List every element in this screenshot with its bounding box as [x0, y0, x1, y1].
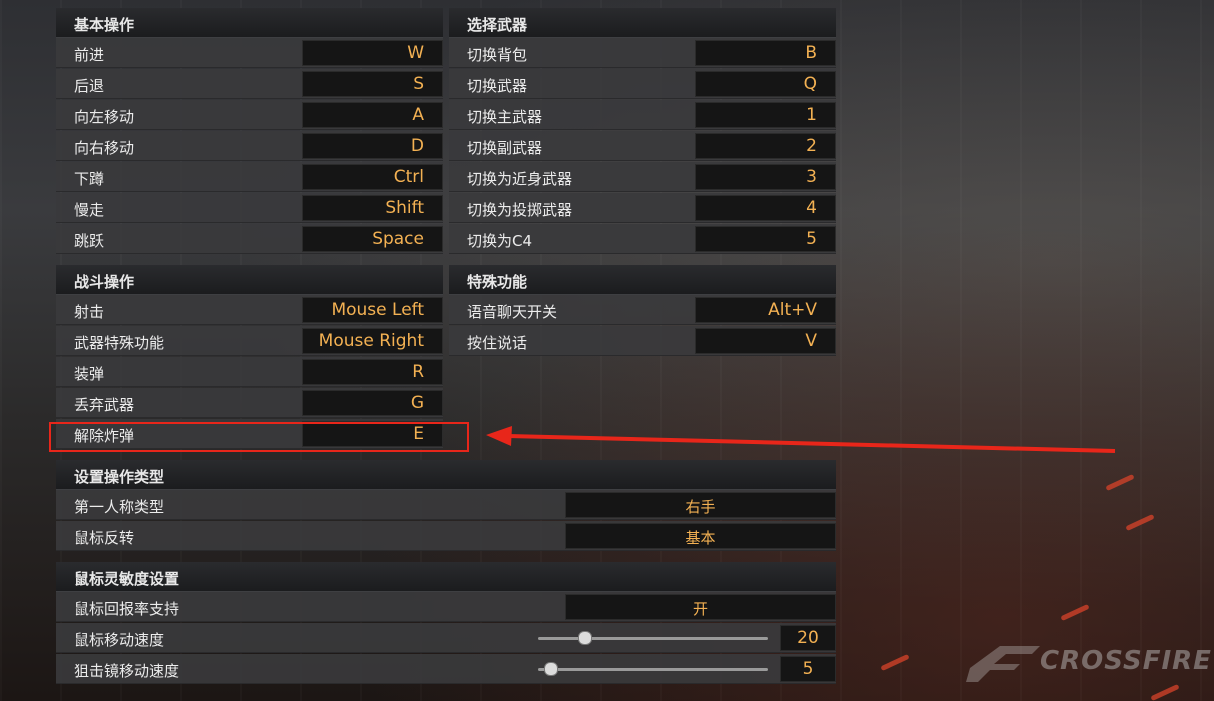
keybind-row-primary[interactable]: 切换主武器 1 — [449, 100, 836, 130]
weapon-select-title: 选择武器 — [467, 16, 528, 34]
scope-speed-slider-track[interactable] — [538, 668, 768, 671]
keybind-label: 切换背包 — [467, 46, 528, 64]
keybind-key[interactable]: Shift — [302, 195, 443, 221]
keybind-row-crouch[interactable]: 下蹲 Ctrl — [56, 162, 443, 192]
keybind-key[interactable]: D — [302, 133, 443, 159]
keybind-key[interactable]: V — [695, 328, 836, 354]
keybind-row-back[interactable]: 后退 S — [56, 69, 443, 99]
keybind-row-reload[interactable]: 装弹 R — [56, 357, 443, 387]
keybind-label: 向右移动 — [74, 139, 135, 157]
setting-label: 狙击镜移动速度 — [74, 662, 180, 680]
keybind-row-left[interactable]: 向左移动 A — [56, 100, 443, 130]
scope-speed-slider-handle[interactable] — [543, 662, 558, 676]
keybind-key[interactable]: 1 — [695, 102, 836, 128]
keybind-key[interactable]: 4 — [695, 195, 836, 221]
mouse-speed-value[interactable]: 20 — [780, 625, 836, 651]
setting-label: 鼠标反转 — [74, 529, 135, 547]
mouse-speed-slider-track[interactable] — [538, 637, 768, 640]
special-title: 特殊功能 — [467, 273, 528, 291]
keybind-label: 下蹲 — [74, 170, 105, 188]
keybind-key[interactable]: B — [695, 40, 836, 66]
combat-ops-title: 战斗操作 — [74, 273, 135, 291]
op-type-panel: 设置操作类型 第一人称类型 右手 鼠标反转 基本 — [56, 460, 836, 552]
mouse-sens-header: 鼠标灵敏度设置 — [56, 562, 836, 592]
keybind-row-c4[interactable]: 切换为C4 5 — [449, 224, 836, 254]
keybind-key[interactable]: 3 — [695, 164, 836, 190]
keybind-label: 向左移动 — [74, 108, 135, 126]
basic-ops-panel: 基本操作 前进 W 后退 S 向左移动 A 向右移动 D 下蹲 Ctrl 慢走 Shift … — [56, 8, 443, 254]
op-type-title: 设置操作类型 — [74, 468, 165, 486]
keybind-label: 武器特殊功能 — [74, 334, 165, 352]
op-type-header: 设置操作类型 — [56, 460, 836, 490]
keybind-row-drop-weapon[interactable]: 丢弃武器 G — [56, 388, 443, 418]
keybind-row-voice-toggle[interactable]: 语音聊天开关 Alt+V — [449, 295, 836, 325]
combat-ops-header: 战斗操作 — [56, 265, 443, 295]
annotation-highlight-box — [49, 422, 469, 452]
keybind-label: 切换武器 — [467, 77, 528, 95]
setting-label: 鼠标移动速度 — [74, 631, 165, 649]
setting-row-mouse-speed: 鼠标移动速度 20 — [56, 623, 836, 653]
keybind-row-jump[interactable]: 跳跃 Space — [56, 224, 443, 254]
keybind-row-walk[interactable]: 慢走 Shift — [56, 193, 443, 223]
mouse-sens-panel: 鼠标灵敏度设置 鼠标回报率支持 开 鼠标移动速度 20 狙击镜移动速度 5 — [56, 562, 836, 685]
keybind-key[interactable]: Ctrl — [302, 164, 443, 190]
keybind-label: 切换为近身武器 — [467, 170, 573, 188]
mouse-speed-slider-handle[interactable] — [578, 631, 592, 645]
keybind-key[interactable]: G — [302, 390, 443, 416]
setting-row-report-rate[interactable]: 鼠标回报率支持 开 — [56, 592, 836, 622]
setting-label: 第一人称类型 — [74, 498, 165, 516]
keybind-row-backpack[interactable]: 切换背包 B — [449, 38, 836, 68]
keybind-key[interactable]: W — [302, 40, 443, 66]
keybind-key[interactable]: Mouse Left — [302, 297, 443, 323]
setting-row-scope-speed: 狙击镜移动速度 5 — [56, 654, 836, 684]
keybind-label: 丢弃武器 — [74, 396, 135, 414]
keybind-key[interactable]: Alt+V — [695, 297, 836, 323]
report-rate-select[interactable]: 开 — [565, 594, 836, 620]
basic-ops-header: 基本操作 — [56, 8, 443, 38]
keybind-label: 切换为投掷武器 — [467, 201, 573, 219]
keybind-row-weapon-special[interactable]: 武器特殊功能 Mouse Right — [56, 326, 443, 356]
special-panel: 特殊功能 语音聊天开关 Alt+V 按住说话 V — [449, 265, 836, 357]
first-person-select[interactable]: 右手 — [565, 492, 836, 518]
keybind-key[interactable]: A — [302, 102, 443, 128]
keybind-row-switch-weapon[interactable]: 切换武器 Q — [449, 69, 836, 99]
mouse-sens-title: 鼠标灵敏度设置 — [74, 570, 180, 588]
keybind-key[interactable]: 2 — [695, 133, 836, 159]
keybind-key[interactable]: R — [302, 359, 443, 385]
keybind-label: 慢走 — [74, 201, 105, 219]
keybind-row-forward[interactable]: 前进 W — [56, 38, 443, 68]
keybind-key[interactable]: S — [302, 71, 443, 97]
keybind-row-push-to-talk[interactable]: 按住说话 V — [449, 326, 836, 356]
keybind-row-secondary[interactable]: 切换副武器 2 — [449, 131, 836, 161]
keybind-label: 按住说话 — [467, 334, 528, 352]
weapon-select-panel: 选择武器 切换背包 B 切换武器 Q 切换主武器 1 切换副武器 2 切换为近身武器 3 … — [449, 8, 836, 254]
scope-speed-value[interactable]: 5 — [780, 656, 836, 682]
keybind-row-fire[interactable]: 射击 Mouse Left — [56, 295, 443, 325]
keybind-row-right[interactable]: 向右移动 D — [56, 131, 443, 161]
keybind-label: 装弹 — [74, 365, 105, 383]
setting-row-mouse-invert[interactable]: 鼠标反转 基本 — [56, 521, 836, 551]
keybind-key[interactable]: Q — [695, 71, 836, 97]
keybind-label: 后退 — [74, 77, 105, 95]
keybind-label: 切换为C4 — [467, 232, 533, 250]
keybind-label: 跳跃 — [74, 232, 105, 250]
keybind-row-throwable[interactable]: 切换为投掷武器 4 — [449, 193, 836, 223]
basic-ops-title: 基本操作 — [74, 16, 135, 34]
setting-label: 鼠标回报率支持 — [74, 600, 180, 618]
special-header: 特殊功能 — [449, 265, 836, 295]
setting-row-first-person[interactable]: 第一人称类型 右手 — [56, 490, 836, 520]
keybind-label: 切换副武器 — [467, 139, 543, 157]
keybind-key[interactable]: Space — [302, 226, 443, 252]
keybind-key[interactable]: 5 — [695, 226, 836, 252]
weapon-select-header: 选择武器 — [449, 8, 836, 38]
crossfire-logo-text: CROSSFIRE — [1040, 646, 1212, 676]
keybind-label: 切换主武器 — [467, 108, 543, 126]
mouse-invert-select[interactable]: 基本 — [565, 523, 836, 549]
keybind-key[interactable]: Mouse Right — [302, 328, 443, 354]
keybind-label: 前进 — [74, 46, 105, 64]
keybind-label: 语音聊天开关 — [467, 303, 558, 321]
keybind-label: 射击 — [74, 303, 105, 321]
keybind-row-melee[interactable]: 切换为近身武器 3 — [449, 162, 836, 192]
